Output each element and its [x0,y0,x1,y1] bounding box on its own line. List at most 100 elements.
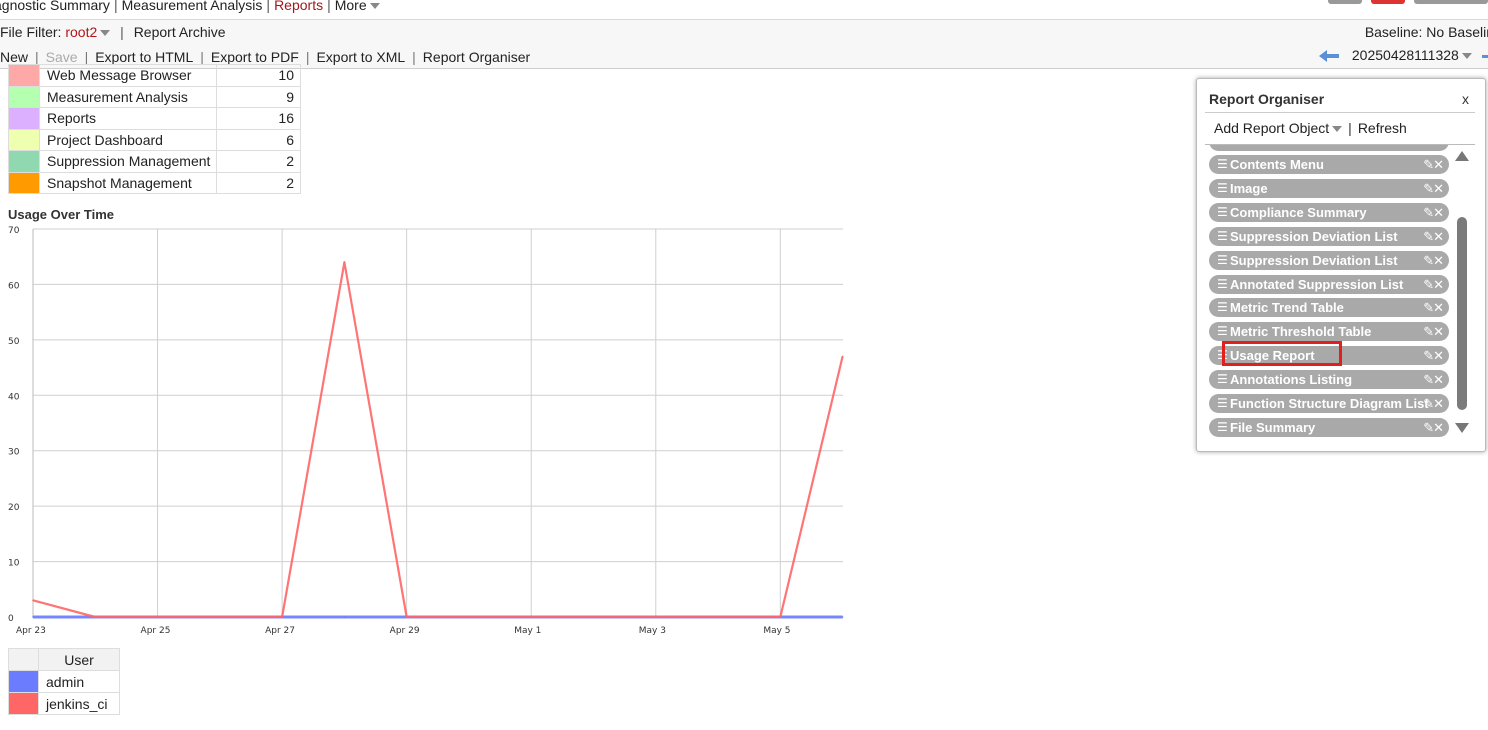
data-point-jenkins_ci [717,616,719,618]
data-point-admin [841,616,844,618]
drag-handle-icon[interactable]: ☰ [1217,322,1228,341]
close-icon[interactable]: x [1462,91,1469,107]
report-archive-link[interactable]: Report Archive [134,24,226,40]
category-count: 6 [216,128,301,151]
drag-handle-icon[interactable]: ☰ [1217,370,1228,389]
category-name: Project Dashboard [39,128,217,151]
edit-delete-icons[interactable]: ✎✕ [1423,227,1444,246]
export-html-button[interactable]: Export to HTML [95,49,193,65]
report-object-item[interactable]: ☰ Contents Menu ✎✕ [1209,155,1449,174]
drag-handle-icon[interactable]: ☰ [1217,418,1228,437]
nav-diagnostic-summary[interactable]: agnostic Summary [0,0,110,13]
category-row: Snapshot Management 2 [8,171,301,194]
edit-delete-icons[interactable]: ✎✕ [1423,155,1444,174]
category-color-swatch [8,171,40,194]
report-object-label: Contents Menu [1230,157,1324,172]
file-filter-dropdown[interactable]: root2 [65,24,111,40]
snapshot-dropdown[interactable]: 20250428111328 [1352,47,1472,63]
y-tick-label: 0 [8,614,14,624]
edit-delete-icons[interactable]: ✎✕ [1423,346,1444,365]
forward-arrow-icon[interactable] [1481,48,1488,64]
report-organiser-button[interactable]: Report Organiser [423,49,530,65]
data-point-jenkins_ci [32,599,34,602]
edit-delete-icons[interactable]: ✎✕ [1423,322,1444,341]
category-row: Reports 16 [8,107,301,130]
category-row: Project Dashboard 6 [8,128,301,151]
legend-row: jenkins_ci [8,692,120,715]
report-object-label: Metric Threshold Table [1230,324,1372,340]
drag-handle-icon[interactable]: ☰ [1217,155,1228,174]
edit-delete-icons[interactable]: ✎✕ [1423,298,1444,317]
category-count: 2 [216,150,301,173]
y-tick-label: 70 [8,226,20,236]
nav-measurement-analysis[interactable]: Measurement Analysis [122,0,263,13]
drag-handle-icon[interactable]: ☰ [1217,179,1228,198]
category-table: Web Message Browser 10 Measurement Analysi… [8,64,301,194]
baseline-label[interactable]: Baseline: No Baselin [1365,24,1488,40]
report-object-label: Annotated Suppression List [1230,276,1404,292]
edit-delete-icons[interactable]: ✎✕ [1423,418,1444,437]
divider [1205,112,1475,113]
data-point-jenkins_ci [779,616,782,618]
edit-delete-icons[interactable]: ✎✕ [1423,275,1444,294]
new-button[interactable]: New [0,49,28,65]
report-object-label: Image [1230,180,1268,196]
report-object-item[interactable]: ☰ Suppression Deviation List ✎✕ [1209,250,1449,270]
report-object-item[interactable]: ☰ Image ✎✕ [1209,178,1449,198]
legend-swatch-header [8,648,39,671]
y-tick-label: 50 [8,337,20,347]
report-object-item[interactable]: ☰ Metric Threshold Table ✎✕ [1209,322,1449,342]
refresh-button[interactable]: Refresh [1358,120,1407,136]
series-line-jenkins_ci [32,261,844,619]
data-point-jenkins_ci [530,616,533,618]
file-filter-label: File Filter: [0,24,62,40]
export-xml-button[interactable]: Export to XML [316,49,405,65]
category-name: Suppression Management [39,150,217,173]
drag-handle-icon[interactable]: ☰ [1217,203,1228,222]
legend-user-name: jenkins_ci [38,692,120,715]
back-arrow-icon[interactable] [1318,48,1340,64]
drag-handle-icon[interactable]: ☰ [1217,275,1228,294]
scrollbar-thumb[interactable] [1457,217,1467,410]
save-button[interactable]: Save [46,49,78,65]
report-object-item[interactable]: ☰ Compliance Summary ✎✕ [1209,202,1449,222]
category-count: 10 [216,64,301,87]
top-right-button-1[interactable] [1328,0,1362,4]
report-object-item[interactable]: ☰ Metric Trend Table ✎✕ [1209,298,1449,318]
list-item-partial[interactable] [1209,145,1449,151]
legend-row: admin [8,670,120,693]
drag-handle-icon[interactable]: ☰ [1217,251,1228,270]
drag-handle-icon[interactable]: ☰ [1217,227,1228,246]
data-point-jenkins_ci [841,355,844,358]
export-pdf-button[interactable]: Export to PDF [211,49,299,65]
data-point-jenkins_ci [654,616,657,618]
top-right-button-2[interactable] [1371,0,1405,4]
top-right-button-3[interactable] [1414,0,1488,4]
report-object-item[interactable]: ☰ Annotated Suppression List ✎✕ [1209,274,1449,294]
category-color-swatch [8,107,40,130]
edit-delete-icons[interactable]: ✎✕ [1423,370,1444,389]
y-tick-label: 20 [8,503,20,513]
report-object-label: Suppression Deviation List [1230,228,1398,244]
chevron-down-icon [1461,53,1472,60]
add-report-object-dropdown[interactable]: Add Report Object [1214,120,1343,136]
report-object-item[interactable]: ☰ Annotations Listing ✎✕ [1209,370,1449,390]
edit-delete-icons[interactable]: ✎✕ [1423,251,1444,270]
nav-more-menu[interactable]: More [335,0,380,13]
edit-delete-icons[interactable]: ✎✕ [1423,203,1444,222]
nav-reports[interactable]: Reports [274,0,323,13]
edit-delete-icons[interactable]: ✎✕ [1423,394,1444,413]
report-object-item[interactable]: ☰ File Summary ✎✕ [1209,417,1449,437]
category-row: Suppression Management 2 [8,150,301,173]
scroll-up-arrow-icon[interactable] [1455,151,1469,161]
top-navigation: agnostic Summary | Measurement Analysis | Re… [0,0,1488,20]
drag-handle-icon[interactable]: ☰ [1217,298,1228,317]
scroll-down-arrow-icon[interactable] [1455,423,1469,433]
report-object-item[interactable]: ☰ Suppression Deviation List ✎✕ [1209,226,1449,246]
edit-delete-icons[interactable]: ✎✕ [1423,179,1444,198]
report-object-label: Suppression Deviation List [1230,252,1398,268]
x-tick-label: Apr 23 [16,626,46,636]
report-object-item[interactable]: ☰ Function Structure Diagram List ✎✕ [1209,394,1449,413]
drag-handle-icon[interactable]: ☰ [1217,394,1228,413]
data-point-jenkins_ci [219,616,221,618]
